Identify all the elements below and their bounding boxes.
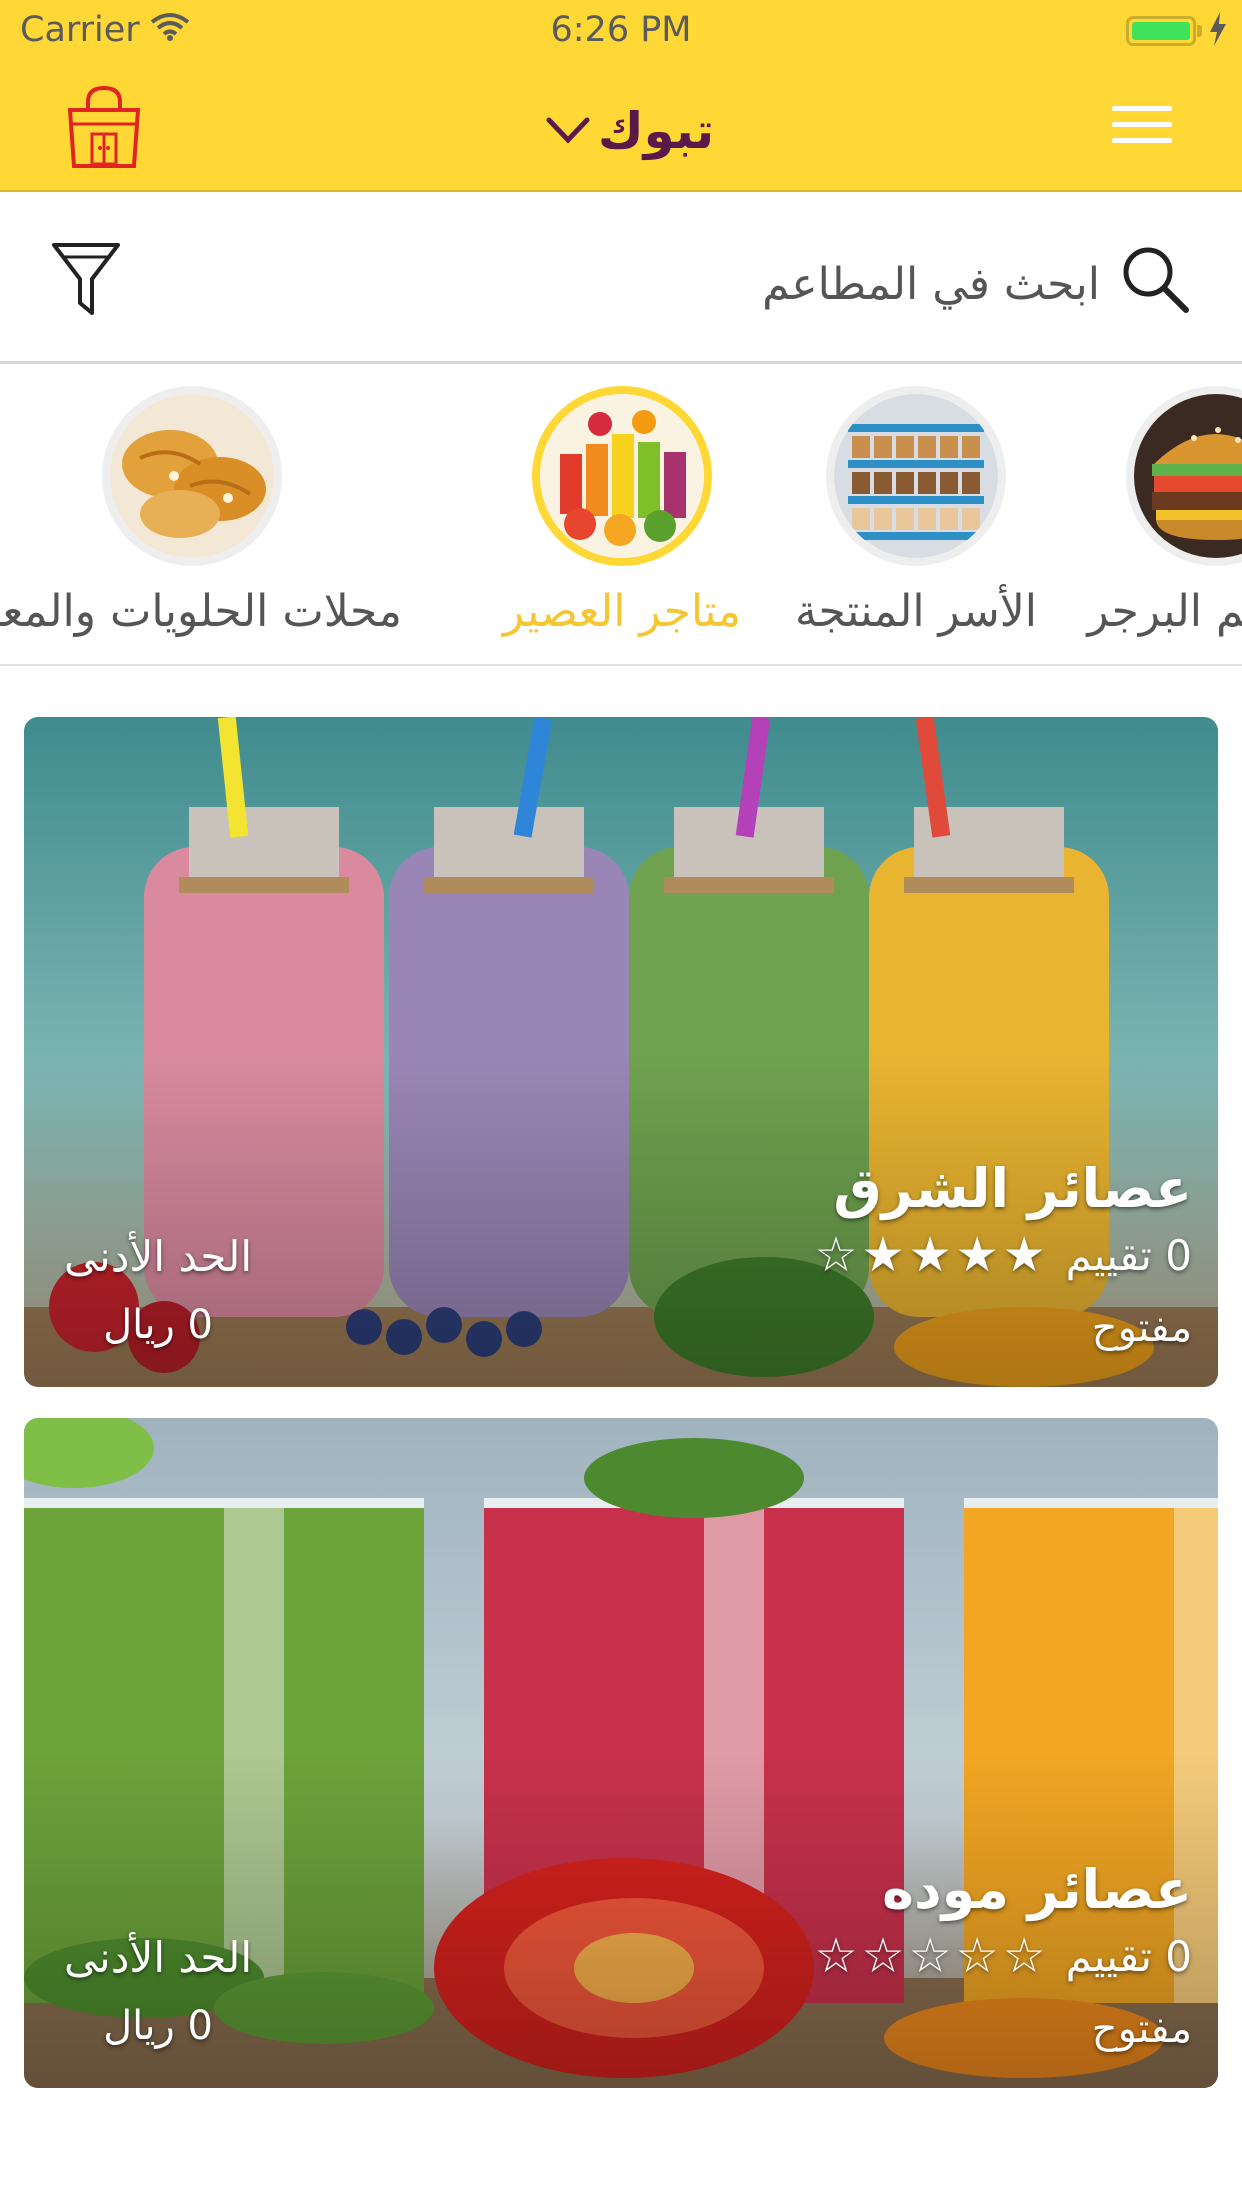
hamburger-menu-icon[interactable] [1112, 106, 1172, 144]
category-image-burger [1126, 386, 1242, 566]
category-image-juice [532, 386, 712, 566]
open-status: مفتوح [1091, 2006, 1192, 2052]
open-status: مفتوح [1091, 1305, 1192, 1351]
category-strip: محلات الحلويات والمعجنات متاجر العصير [0, 366, 1242, 666]
chevron-down-icon [546, 117, 590, 144]
search-icon[interactable] [1120, 244, 1190, 314]
restaurant-name: عصائر موده [882, 1858, 1192, 1921]
restaurant-name: عصائر الشرق [833, 1157, 1192, 1220]
minimum-order-label: الحد الأدنى [64, 1933, 252, 1982]
restaurant-rating: 0 تقييم ☆★★★★ [815, 1227, 1192, 1283]
category-image-pastries [102, 386, 282, 566]
rating-count: 0 تقييم [1065, 1230, 1192, 1280]
restaurant-card[interactable]: عصائر موده 0 تقييم ☆☆☆☆☆ مفتوح الحد الأد… [24, 1418, 1218, 2088]
restaurant-card[interactable]: عصائر الشرق 0 تقييم ☆★★★★ مفتوح الحد الأ… [24, 717, 1218, 1387]
top-bar: Carrier 6:26 PM تبوك [0, 0, 1242, 192]
city-name: تبوك [597, 102, 715, 160]
category-label: مطاعم البرجر [1087, 586, 1242, 637]
category-burger[interactable]: مطاعم البرجر [1066, 386, 1242, 646]
search-bar [0, 194, 1242, 364]
restaurant-rating: 0 تقييم ☆☆☆☆☆ [815, 1928, 1192, 1984]
category-image-families [826, 386, 1006, 566]
battery-icon [1126, 16, 1196, 46]
clock: 6:26 PM [550, 10, 692, 50]
city-selector[interactable]: تبوك [500, 96, 760, 166]
search-input[interactable] [300, 244, 1100, 324]
category-label: محلات الحلويات والمعجنات [0, 586, 402, 637]
minimum-order-value: 0 ريال [103, 2003, 213, 2049]
filter-icon[interactable] [50, 239, 122, 319]
category-pastries[interactable]: محلات الحلويات والمعجنات [0, 386, 402, 646]
minimum-order-value: 0 ريال [103, 1302, 213, 1348]
rating-count: 0 تقييم [1065, 1931, 1192, 1981]
store-bag-icon[interactable] [64, 84, 144, 170]
status-bar: Carrier 6:26 PM [0, 0, 1242, 60]
minimum-order-label: الحد الأدنى [64, 1232, 252, 1281]
charging-bolt-icon [1210, 12, 1226, 46]
star-rating-icon: ☆☆☆☆☆ [814, 1928, 1050, 1984]
star-rating-icon: ☆★★★★ [814, 1227, 1050, 1283]
